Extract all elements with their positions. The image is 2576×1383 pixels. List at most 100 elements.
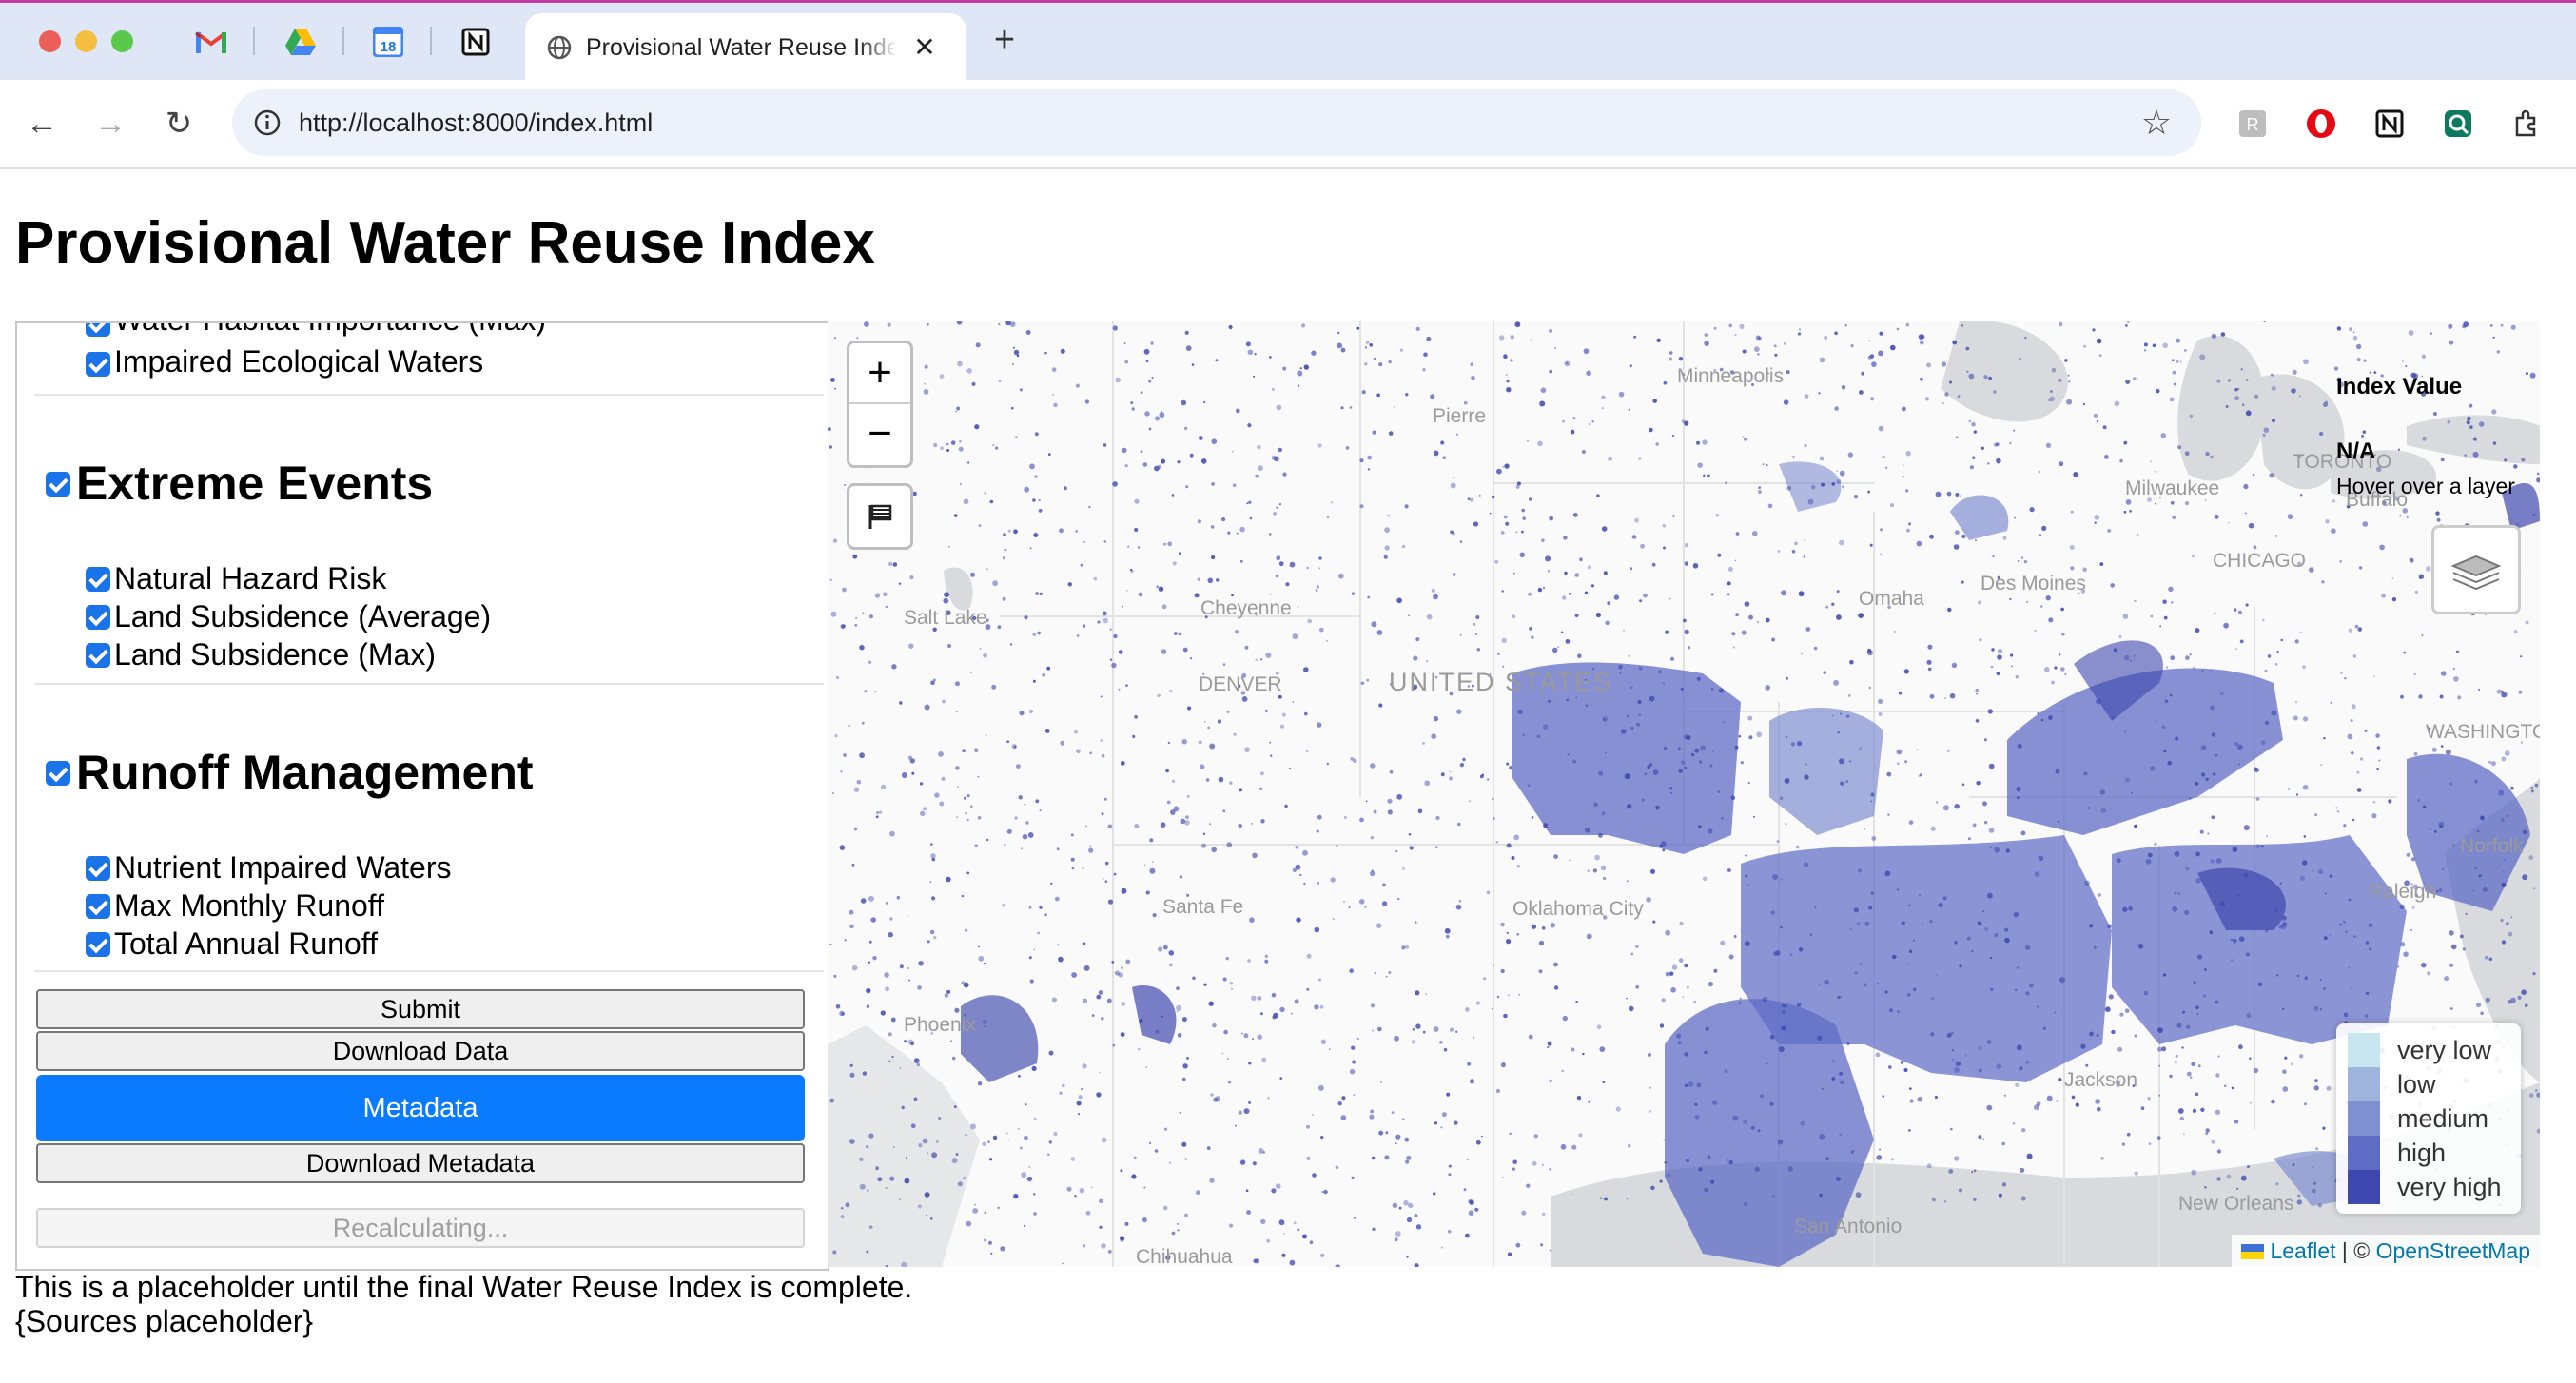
place-label: Santa Fe xyxy=(1162,896,1244,918)
place-label: Des Moines xyxy=(1981,573,2086,594)
google-drive-icon[interactable] xyxy=(282,23,320,61)
notion-web-clipper-icon[interactable] xyxy=(2371,105,2409,143)
section-divider xyxy=(34,683,824,685)
legend-row: very high xyxy=(2348,1170,2519,1204)
sources-placeholder: {Sources placeholder} xyxy=(15,1304,314,1338)
place-label: CHICAGO xyxy=(2213,550,2307,572)
place-label: Minneapolis xyxy=(1677,365,1785,387)
legend-row: very low xyxy=(2348,1033,2519,1067)
checkbox-impaired-ecological-waters[interactable] xyxy=(86,352,110,377)
great-salt-lake xyxy=(944,567,973,611)
checkbox-water-habitat-importance-max[interactable] xyxy=(86,323,110,337)
legend-label: low xyxy=(2397,1070,2436,1099)
checkbox-total-annual-runoff[interactable] xyxy=(86,932,110,957)
submit-button[interactable]: Submit xyxy=(36,989,805,1029)
info-title: Index Value xyxy=(2336,374,2463,399)
ukraine-flag-icon xyxy=(2241,1244,2265,1259)
tab-title-fade xyxy=(858,30,898,65)
label-total-annual-runoff: Total Annual Runoff xyxy=(114,926,378,961)
legend-row: medium xyxy=(2348,1101,2519,1136)
checkbox-natural-hazard-risk[interactable] xyxy=(86,567,110,592)
checkbox-land-subsidence-average[interactable] xyxy=(86,605,110,630)
window-minimize-button[interactable] xyxy=(75,30,97,52)
place-label: Raleigh xyxy=(2369,881,2437,903)
place-label: Omaha xyxy=(1859,588,1924,610)
google-calendar-icon[interactable]: 18 xyxy=(369,23,407,61)
address-url-text[interactable]: http://localhost:8000/index.html xyxy=(299,105,653,141)
download-data-button[interactable]: Download Data xyxy=(36,1031,805,1071)
download-metadata-button[interactable]: Download Metadata xyxy=(36,1143,805,1183)
gmail-icon[interactable] xyxy=(192,23,230,61)
extension-green-icon[interactable] xyxy=(2439,105,2477,143)
browser-toolbar: ← → ↻ http://localhost:8000/index.html ☆… xyxy=(0,80,2576,169)
puzzle-extensions-icon[interactable] xyxy=(2508,105,2546,143)
label-water-habitat-importance-max: Water Habitat Importance (Max) xyxy=(114,323,546,339)
legend-swatch xyxy=(2348,1170,2380,1204)
section-divider xyxy=(34,394,824,396)
checkbox-section-runoff-management[interactable] xyxy=(46,761,70,786)
window-close-button[interactable] xyxy=(39,30,61,52)
recalculating-button: Recalculating... xyxy=(36,1208,805,1248)
browser-tab-strip: 18 Provisional Water Reuse Index ✕ + xyxy=(0,0,2576,80)
extension-gray-icon[interactable]: R xyxy=(2234,105,2272,143)
pacific-coast xyxy=(828,1025,980,1267)
legend-label: very high xyxy=(2397,1173,2502,1201)
map-attribution: Leaflet | © OpenStreetMap xyxy=(2232,1235,2540,1267)
tab-separator xyxy=(342,27,344,55)
flag-icon[interactable] xyxy=(847,483,913,550)
checkbox-land-subsidence-max[interactable] xyxy=(86,643,110,668)
back-arrow-icon[interactable]: ← xyxy=(19,101,65,146)
forward-arrow-icon[interactable]: → xyxy=(88,101,133,146)
checkbox-section-extreme-events[interactable] xyxy=(46,472,70,497)
new-tab-button[interactable]: + xyxy=(986,21,1024,59)
legend-label: very low xyxy=(2397,1036,2492,1064)
place-label: DENVER xyxy=(1199,673,1282,695)
place-label: Norfolk xyxy=(2460,835,2524,857)
lake-michigan xyxy=(2177,335,2266,481)
section-title-runoff-management: Runoff Management xyxy=(76,746,534,799)
place-label: Salt Lake xyxy=(904,607,987,629)
layers-icon[interactable] xyxy=(2431,525,2521,614)
tab-separator xyxy=(430,27,432,55)
map-view[interactable]: Minneapolis Pierre TORONTO Buffalo Milwa… xyxy=(828,321,2540,1267)
openstreetmap-link[interactable]: OpenStreetMap xyxy=(2376,1238,2530,1263)
info-value: N/A xyxy=(2336,438,2376,464)
site-info-icon[interactable] xyxy=(245,101,289,145)
leaflet-link[interactable]: Leaflet xyxy=(2270,1238,2335,1263)
lake-superior xyxy=(1941,321,2068,422)
zoom-control: + − xyxy=(847,341,913,468)
place-label: Cheyenne xyxy=(1200,597,1292,619)
place-label: WASHINGTON xyxy=(2426,721,2540,743)
notion-icon[interactable] xyxy=(457,23,495,61)
legend-label: high xyxy=(2397,1139,2447,1167)
place-label: Milwaukee xyxy=(2125,477,2220,499)
place-label: Oklahoma City xyxy=(1512,898,1644,920)
attribution-separator: | © xyxy=(2341,1238,2371,1263)
country-label: UNITED STATES xyxy=(1389,668,1613,696)
legend-swatch xyxy=(2348,1067,2380,1101)
opera-icon[interactable] xyxy=(2302,105,2340,143)
tab-active[interactable]: Provisional Water Reuse Index ✕ xyxy=(525,13,966,80)
legend-swatch xyxy=(2348,1033,2380,1067)
place-label: Jackson xyxy=(2064,1069,2138,1091)
checkbox-nutrient-impaired-waters[interactable] xyxy=(86,856,110,881)
placeholder-note: This is a placeholder until the final Wa… xyxy=(15,1270,913,1304)
metadata-button[interactable]: Metadata xyxy=(36,1075,805,1141)
label-natural-hazard-risk: Natural Hazard Risk xyxy=(114,561,387,595)
place-label: San Antonio xyxy=(1794,1216,1903,1237)
zoom-in-button[interactable]: + xyxy=(849,343,910,402)
checkbox-max-monthly-runoff[interactable] xyxy=(86,894,110,919)
label-land-subsidence-average: Land Subsidence (Average) xyxy=(114,599,492,633)
place-label: Pierre xyxy=(1433,405,1487,427)
address-bar[interactable]: http://localhost:8000/index.html ☆ xyxy=(232,89,2201,156)
place-label: Phoenix xyxy=(904,1014,976,1036)
page-title: Provisional Water Reuse Index xyxy=(15,210,875,276)
window-zoom-button[interactable] xyxy=(111,30,133,52)
legend-swatch xyxy=(2348,1136,2380,1170)
layer-control-panel[interactable]: Water Habitat Importance (Max) Impaired … xyxy=(15,321,829,1271)
tab-close-icon[interactable]: ✕ xyxy=(907,30,942,65)
section-divider xyxy=(34,970,824,972)
zoom-out-button[interactable]: − xyxy=(849,404,910,463)
reload-icon[interactable]: ↻ xyxy=(156,101,202,146)
bookmark-star-icon[interactable]: ☆ xyxy=(2135,101,2178,145)
